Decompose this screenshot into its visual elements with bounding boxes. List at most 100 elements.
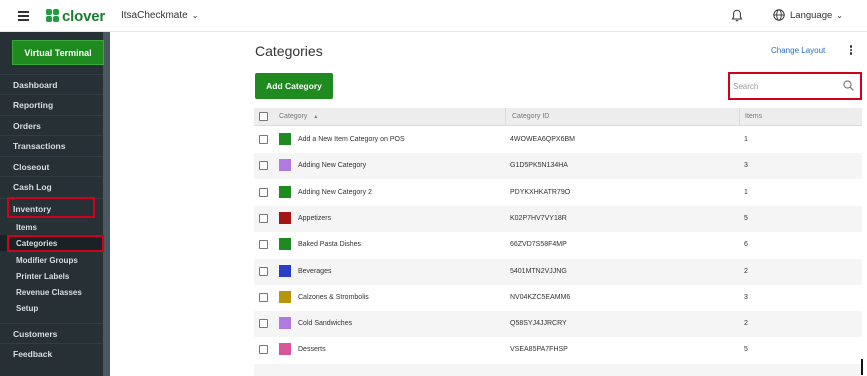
select-all-checkbox[interactable] [259,112,268,121]
table-row[interactable]: Adding New Category G1D5PK5N134HA 3 [254,153,862,180]
category-items-count: 5 [744,346,748,354]
globe-icon [773,9,785,21]
sidebar-subitem-revenue-classes[interactable]: Revenue Classes [0,284,103,300]
table-row[interactable]: Beverages 5401MTN2VJJNG 2 [254,258,862,285]
row-checkbox[interactable] [259,213,268,223]
column-header-category-id[interactable]: Category ID [512,113,549,120]
category-color-swatch [279,159,291,172]
table-row[interactable]: Cold Sandwiches Q58SYJ4JJRCRY 2 [254,311,862,338]
change-layout-link[interactable]: Change Layout [771,46,825,55]
table-row-partial[interactable] [254,363,862,376]
category-color-swatch [279,185,291,198]
merchant-name: ItsaCheckmate [121,10,188,21]
chevron-down-icon: ⌄ [191,11,199,20]
virtual-terminal-area: Virtual Terminal [0,32,104,74]
row-checkbox[interactable] [259,135,268,144]
sidebar-item-feedback[interactable]: Feedback [0,343,103,363]
sidebar-subitem-modifier-groups[interactable]: Modifier Groups [0,252,103,268]
category-name[interactable]: Beverages [298,268,331,275]
category-id: G1D5PK5N134HA [510,162,568,170]
column-header-category-label: Category [279,113,308,120]
language-selector[interactable]: Language ⌄ [773,9,843,21]
language-label: Language [790,9,833,21]
category-items-count: 6 [744,241,748,249]
sidebar-item-dashboard[interactable]: Dashboard [0,74,103,94]
sidebar-subitem-setup[interactable]: Setup [0,300,103,316]
cursor-caret [861,359,863,375]
logo-text: clover [62,7,105,25]
category-color-swatch [279,317,291,330]
row-checkbox[interactable] [259,266,268,276]
category-items-count: 3 [744,162,748,170]
bell-icon[interactable] [731,9,743,22]
table-header: Category ▲ Category ID Items [254,108,862,126]
add-category-button[interactable]: Add Category [255,73,333,99]
category-id: 5401MTN2VJJNG [510,267,567,275]
sidebar-item-customers[interactable]: Customers [0,323,103,343]
category-id: 4WOWEA6QPX6BM [510,136,575,143]
category-id: VSEA85PA7FHSP [510,346,568,354]
category-id: NV04KZC5EAMM6 [510,293,571,301]
hamburger-menu-icon[interactable] [18,11,29,21]
sort-ascending-icon: ▲ [313,114,319,120]
category-name[interactable]: Desserts [298,346,326,353]
row-checkbox[interactable] [259,292,268,302]
merchant-selector[interactable]: ItsaCheckmate ⌄ [121,10,198,21]
virtual-terminal-button[interactable]: Virtual Terminal [12,40,104,65]
column-divider [739,108,740,126]
category-color-swatch [279,264,291,277]
category-name[interactable]: Cold Sandwiches [298,320,352,327]
sidebar-item-orders[interactable]: Orders [0,115,103,135]
category-id: 66ZVD7S58F4MP [510,241,567,249]
inventory-highlight-box [7,197,95,218]
search-box [728,72,862,100]
sidebar-item-transactions[interactable]: Transactions [0,135,103,155]
category-name[interactable]: Add a New Item Category on POS [298,136,405,143]
search-input[interactable] [733,79,833,93]
category-color-swatch [279,211,291,224]
category-color-swatch [279,290,291,303]
category-name[interactable]: Calzones & Strombolis [298,294,369,301]
more-options-icon[interactable] [849,45,853,56]
sidebar-item-reporting[interactable]: Reporting [0,94,103,114]
category-name[interactable]: Baked Pasta Dishes [298,241,361,248]
category-items-count: 2 [744,320,748,328]
category-id: K02P7HV7VY18R [510,214,567,222]
table-row[interactable]: Add a New Item Category on POS 4WOWEA6QPX… [254,127,862,153]
clover-logo[interactable]: clover [46,7,105,25]
table-row[interactable]: Desserts VSEA85PA7FHSP 5 [254,337,862,363]
table-row[interactable]: Appetizers K02P7HV7VY18R 5 [254,205,862,232]
column-header-category[interactable]: Category ▲ [279,113,318,120]
row-checkbox[interactable] [259,345,268,355]
page-title: Categories [255,43,323,59]
row-checkbox[interactable] [259,240,268,250]
category-name[interactable]: Adding New Category [298,162,366,169]
table-row[interactable]: Calzones & Strombolis NV04KZC5EAMM6 3 [254,285,862,311]
column-divider [505,108,506,126]
category-id: PDYKXHKATR79O [510,188,571,196]
row-checkbox[interactable] [259,319,268,329]
sidebar-scrollbar[interactable] [103,32,110,376]
sidebar-subitem-printer-labels[interactable]: Printer Labels [0,268,103,284]
column-header-items[interactable]: Items [745,113,762,120]
category-name[interactable]: Adding New Category 2 [298,189,372,196]
category-items-count: 3 [744,293,748,301]
category-color-swatch [279,238,291,251]
category-color-swatch [279,343,291,356]
clover-leaf-icon [46,9,60,23]
sidebar-subitem-items[interactable]: Items [0,219,103,235]
sidebar-item-cash-log[interactable]: Cash Log [0,176,103,196]
category-items-count: 1 [744,136,748,143]
row-checkbox[interactable] [259,187,268,197]
sidebar-item-closeout[interactable]: Closeout [0,156,103,176]
table-row[interactable]: Adding New Category 2 PDYKXHKATR79O 1 [254,180,862,206]
category-items-count: 2 [744,267,748,275]
top-bar: clover ItsaCheckmate ⌄ Language ⌄ [0,0,867,32]
categories-highlight-box [7,235,104,252]
category-name[interactable]: Appetizers [298,215,331,222]
table-row[interactable]: Baked Pasta Dishes 66ZVD7S58F4MP 6 [254,232,862,258]
category-id: Q58SYJ4JJRCRY [510,320,567,328]
search-icon[interactable] [843,80,854,91]
row-checkbox[interactable] [259,161,268,171]
category-color-swatch [279,133,291,145]
